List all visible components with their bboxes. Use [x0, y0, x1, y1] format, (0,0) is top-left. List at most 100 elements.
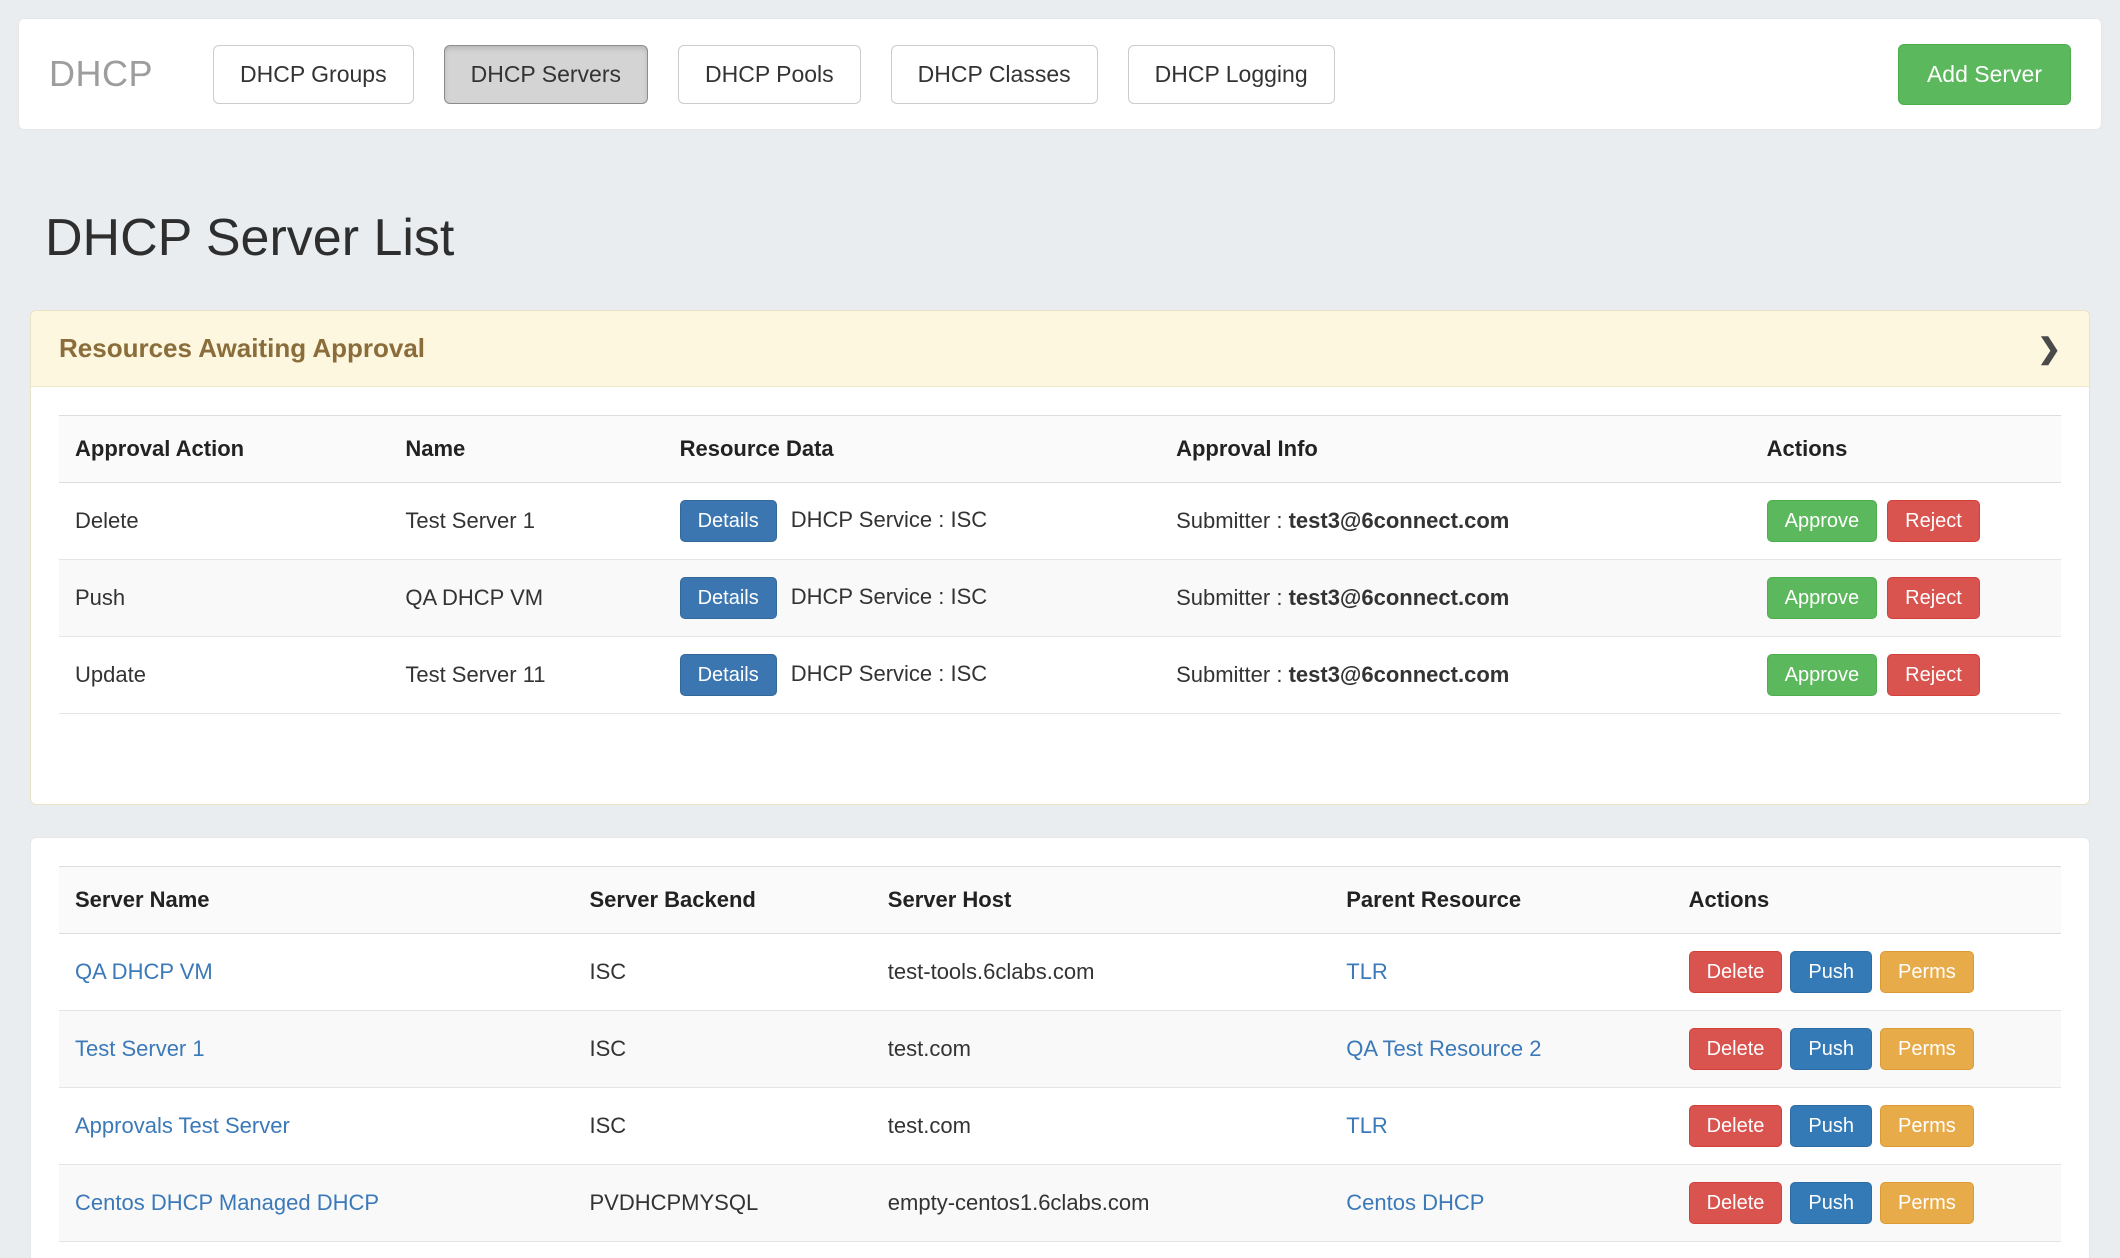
- approval-action-cell: Push: [59, 560, 389, 637]
- col-name: Name: [389, 416, 663, 483]
- col-actions: Actions: [1751, 416, 2061, 483]
- approval-resource-cell: DetailsDHCP Service : ISC: [664, 560, 1160, 637]
- server-actions-cell: DeletePushPerms: [1673, 934, 2061, 1011]
- approve-button[interactable]: Approve: [1767, 500, 1878, 542]
- approval-row: Update Test Server 11 Details DHCP Servic…: [59, 637, 2061, 714]
- perms-button[interactable]: Perms: [1880, 951, 1974, 993]
- tab-dhcp-pools[interactable]: DHCP Pools: [678, 45, 861, 104]
- approval-resource-cell: Details DHCP Service : ISC: [664, 483, 1160, 560]
- approval-panel-header[interactable]: Resources Awaiting Approval ❯: [31, 311, 2089, 387]
- col-resource-data: Resource Data: [664, 416, 1160, 483]
- reject-button[interactable]: Reject: [1887, 500, 1980, 542]
- perms-button[interactable]: Perms: [1880, 1105, 1974, 1147]
- approval-actions-cell: ApproveReject: [1751, 483, 2061, 560]
- approval-info-cell: Submitter : test3@6connect.com: [1160, 637, 1751, 714]
- approval-info-cell: Submitter : test3@6connect.com: [1160, 483, 1751, 560]
- server-name-link[interactable]: Centos DHCP Managed DHCP: [75, 1190, 379, 1215]
- server-host-cell: test.com: [872, 1011, 1330, 1088]
- approval-name-cell: Test Server 11: [389, 637, 663, 714]
- perms-button[interactable]: Perms: [1880, 1028, 1974, 1070]
- resource-data-text: DHCP Service : ISC: [791, 661, 987, 686]
- parent-resource-link[interactable]: QA Test Resource 2: [1346, 1036, 1541, 1061]
- page: DHCP DHCP Groups DHCP Servers DHCP Pools…: [0, 0, 2120, 1258]
- tab-dhcp-servers[interactable]: DHCP Servers: [444, 45, 648, 104]
- approval-table: Approval Action Name Resource Data Appro…: [59, 415, 2061, 714]
- perms-button[interactable]: Perms: [1880, 1182, 1974, 1224]
- approval-action-cell: Update: [59, 637, 389, 714]
- parent-resource-link[interactable]: TLR: [1346, 1113, 1388, 1138]
- submitter-label: Submitter :: [1176, 585, 1282, 610]
- approval-resource-cell: Details DHCP Service : ISC: [664, 637, 1160, 714]
- approval-table-header-row: Approval Action Name Resource Data Appro…: [59, 416, 2061, 483]
- main-content: DHCP Server List Resources Awaiting Appr…: [0, 208, 2120, 1258]
- submitter-label: Submitter :: [1176, 508, 1282, 533]
- server-actions-cell: DeletePushPerms: [1673, 1011, 2061, 1088]
- push-button[interactable]: Push: [1790, 951, 1872, 993]
- col-approval-action: Approval Action: [59, 416, 389, 483]
- col-server-host: Server Host: [872, 867, 1330, 934]
- server-host-cell: test-tools.6clabs.com: [872, 934, 1330, 1011]
- server-table-header-row: Server Name Server Backend Server Host P…: [59, 867, 2061, 934]
- delete-button[interactable]: Delete: [1689, 1105, 1783, 1147]
- server-host-cell: empty-centos1.6clabs.com: [872, 1165, 1330, 1242]
- server-actions-cell: DeletePushPerms: [1673, 1088, 2061, 1165]
- col-parent-resource: Parent Resource: [1330, 867, 1672, 934]
- parent-resource-link[interactable]: Centos DHCP: [1346, 1190, 1484, 1215]
- chevron-right-icon[interactable]: ❯: [2038, 335, 2061, 363]
- server-name-link[interactable]: QA DHCP VM: [75, 959, 213, 984]
- server-backend-cell: ISC: [574, 1011, 872, 1088]
- approval-panel-title: Resources Awaiting Approval: [59, 333, 425, 364]
- server-list-card: Server Name Server Backend Server Host P…: [30, 837, 2090, 1258]
- approval-panel: Resources Awaiting Approval ❯ Approval A…: [30, 310, 2090, 805]
- nav-tab-group: DHCP Groups DHCP Servers DHCP Pools DHCP…: [213, 45, 1898, 104]
- approval-actions-cell: ApproveReject: [1751, 560, 2061, 637]
- top-navbar: DHCP DHCP Groups DHCP Servers DHCP Pools…: [18, 18, 2102, 130]
- tab-dhcp-classes[interactable]: DHCP Classes: [891, 45, 1098, 104]
- reject-button[interactable]: Reject: [1887, 577, 1980, 619]
- push-button[interactable]: Push: [1790, 1028, 1872, 1070]
- details-button[interactable]: Details: [680, 654, 777, 696]
- server-row: QA DHCP VM ISC test-tools.6clabs.com TLR…: [59, 934, 2061, 1011]
- app-brand: DHCP: [49, 53, 153, 95]
- add-server-button[interactable]: Add Server: [1898, 44, 2071, 105]
- approve-button[interactable]: Approve: [1767, 577, 1878, 619]
- approval-row: Push QA DHCP VM DetailsDHCP Service : IS…: [59, 560, 2061, 637]
- submitter-email: test3@6connect.com: [1289, 508, 1510, 533]
- parent-resource-link[interactable]: TLR: [1346, 959, 1388, 984]
- approval-panel-body: Approval Action Name Resource Data Appro…: [31, 387, 2089, 804]
- server-name-link[interactable]: Test Server 1: [75, 1036, 205, 1061]
- approval-info-cell: Submitter : test3@6connect.com: [1160, 560, 1751, 637]
- server-actions-cell: DeletePushPerms: [1673, 1165, 2061, 1242]
- submitter-email: test3@6connect.com: [1289, 585, 1510, 610]
- tab-dhcp-groups[interactable]: DHCP Groups: [213, 45, 414, 104]
- resource-data-text: DHCP Service : ISC: [791, 507, 987, 532]
- delete-button[interactable]: Delete: [1689, 951, 1783, 993]
- approval-name-cell: QA DHCP VM: [389, 560, 663, 637]
- details-button[interactable]: Details: [680, 500, 777, 542]
- delete-button[interactable]: Delete: [1689, 1182, 1783, 1224]
- server-name-link[interactable]: Approvals Test Server: [75, 1113, 290, 1138]
- delete-button[interactable]: Delete: [1689, 1028, 1783, 1070]
- server-backend-cell: ISC: [574, 1088, 872, 1165]
- tab-dhcp-logging[interactable]: DHCP Logging: [1128, 45, 1335, 104]
- submitter-label: Submitter :: [1176, 662, 1282, 687]
- approve-button[interactable]: Approve: [1767, 654, 1878, 696]
- approval-actions-cell: ApproveReject: [1751, 637, 2061, 714]
- col-server-actions: Actions: [1673, 867, 2061, 934]
- page-title: DHCP Server List: [45, 208, 2090, 268]
- server-row: Test Server 1 ISC test.com QA Test Resou…: [59, 1011, 2061, 1088]
- push-button[interactable]: Push: [1790, 1182, 1872, 1224]
- col-server-backend: Server Backend: [574, 867, 872, 934]
- server-backend-cell: ISC: [574, 934, 872, 1011]
- approval-action-cell: Delete: [59, 483, 389, 560]
- server-row: Approvals Test Server ISC test.com TLR D…: [59, 1088, 2061, 1165]
- col-server-name: Server Name: [59, 867, 574, 934]
- push-button[interactable]: Push: [1790, 1105, 1872, 1147]
- server-backend-cell: PVDHCPMYSQL: [574, 1165, 872, 1242]
- details-button[interactable]: Details: [680, 577, 777, 619]
- submitter-email: test3@6connect.com: [1289, 662, 1510, 687]
- reject-button[interactable]: Reject: [1887, 654, 1980, 696]
- approval-name-cell: Test Server 1: [389, 483, 663, 560]
- server-row: Centos DHCP Managed DHCP PVDHCPMYSQL emp…: [59, 1165, 2061, 1242]
- approval-row: Delete Test Server 1 Details DHCP Service…: [59, 483, 2061, 560]
